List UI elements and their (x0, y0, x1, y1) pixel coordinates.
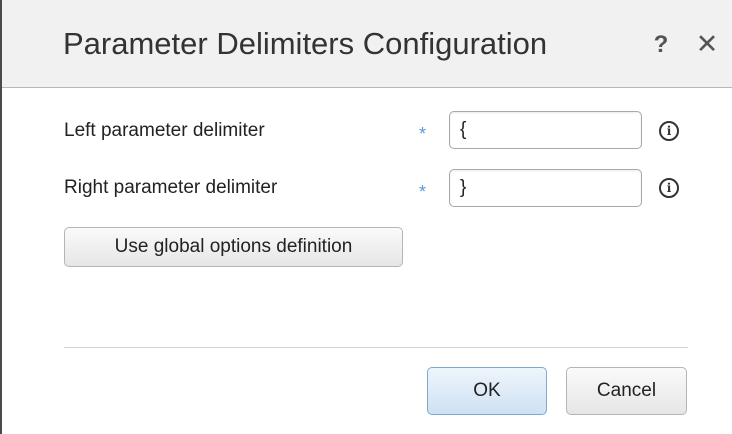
use-global-options-button[interactable]: Use global options definition (64, 227, 403, 267)
right-delimiter-required-icon: * (419, 182, 427, 202)
left-delimiter-label: Left parameter delimiter (64, 120, 265, 141)
right-delimiter-info-icon[interactable]: i (659, 178, 679, 198)
parameter-delimiters-dialog: Parameter Delimiters Configuration ? ✕ L… (0, 0, 732, 434)
footer-divider (64, 347, 688, 348)
left-delimiter-field[interactable] (449, 111, 642, 149)
right-delimiter-input[interactable] (450, 170, 641, 206)
left-delimiter-info-icon[interactable]: i (659, 121, 679, 141)
right-delimiter-label: Right parameter delimiter (64, 177, 278, 198)
left-delimiter-input[interactable] (450, 112, 641, 148)
dialog-titlebar: Parameter Delimiters Configuration ? ✕ (2, 0, 732, 88)
close-icon[interactable]: ✕ (694, 29, 720, 59)
help-icon[interactable]: ? (650, 31, 672, 59)
cancel-button[interactable]: Cancel (566, 367, 687, 415)
left-delimiter-required-icon: * (419, 124, 427, 144)
ok-button[interactable]: OK (427, 367, 547, 415)
right-delimiter-field[interactable] (449, 169, 642, 207)
dialog-title: Parameter Delimiters Configuration (63, 26, 548, 61)
